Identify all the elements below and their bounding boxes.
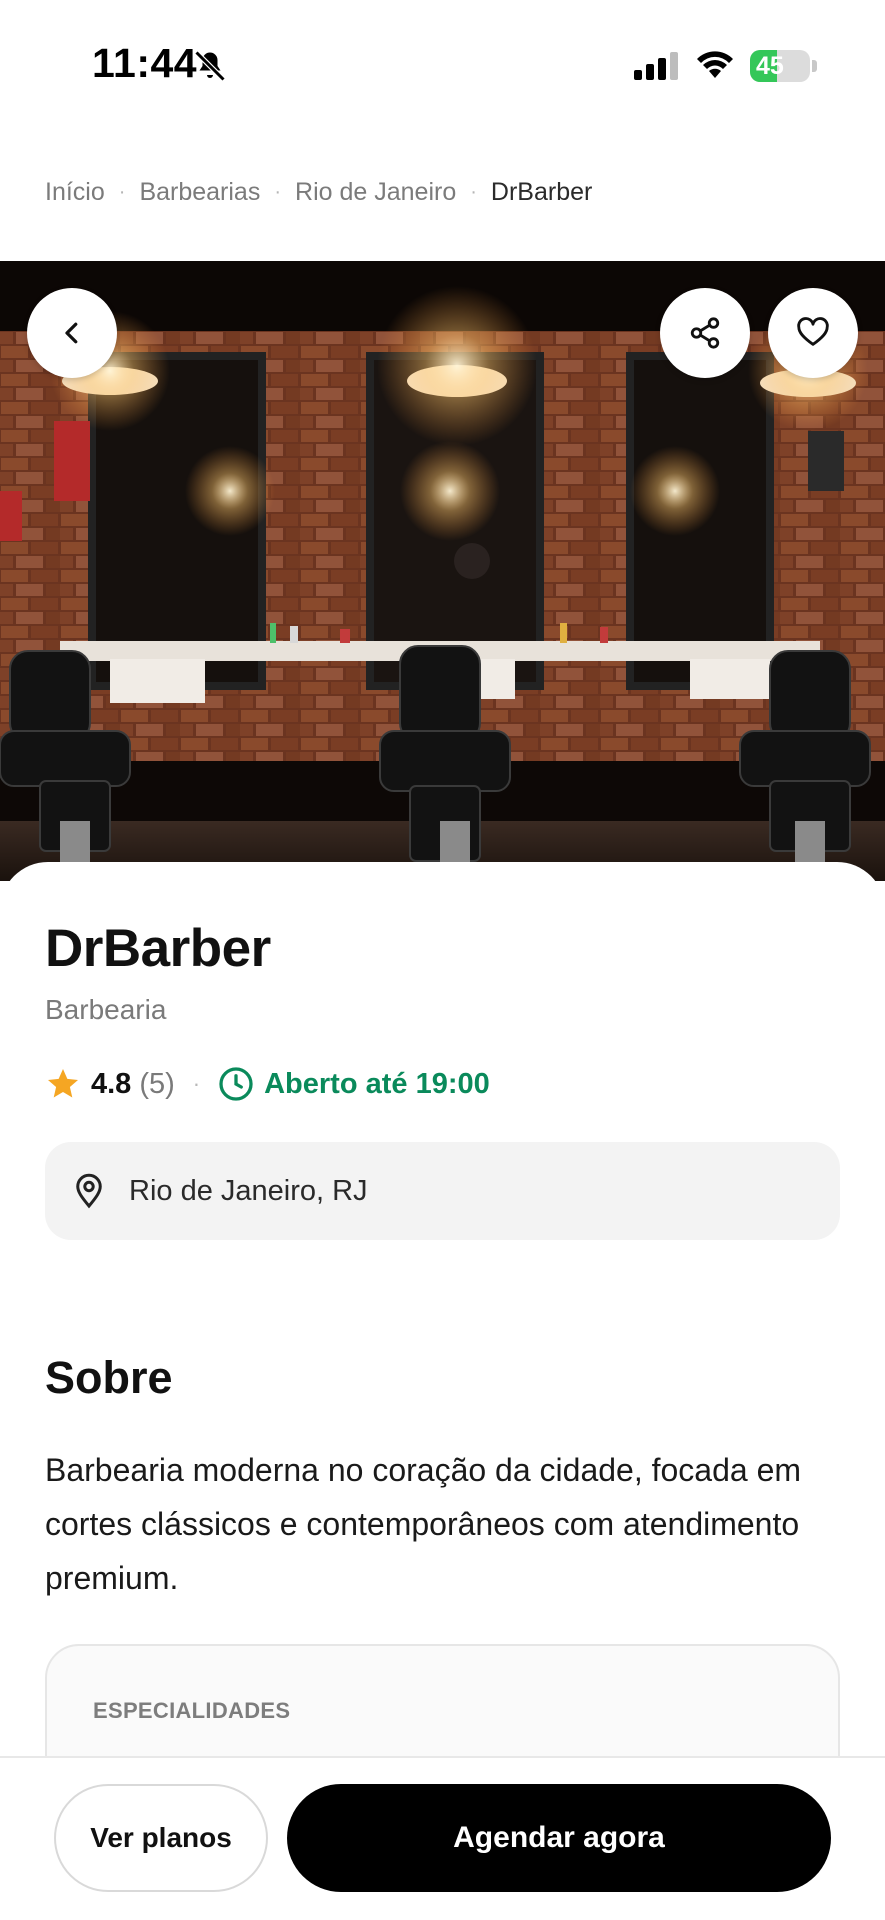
breadcrumb-item-current: DrBarber bbox=[490, 178, 593, 206]
heart-icon bbox=[797, 317, 829, 346]
rating-value: 4.8 bbox=[91, 1067, 132, 1100]
barbershop-detail-page: 11:44 45 Início · Barbearias · Rio de Ja… bbox=[0, 0, 885, 1920]
about-title: Sobre bbox=[45, 1352, 173, 1403]
breadcrumb: Início · Barbearias · Rio de Janeiro · D… bbox=[45, 178, 592, 207]
status-bar: 11:44 45 bbox=[0, 0, 885, 130]
hero-image bbox=[0, 261, 885, 881]
clock-icon bbox=[219, 1067, 253, 1101]
specialties-label: ESPECIALIDADES bbox=[93, 1698, 291, 1723]
wifi-icon bbox=[697, 51, 733, 78]
favorite-button[interactable] bbox=[768, 288, 858, 378]
breadcrumb-item-city[interactable]: Rio de Janeiro bbox=[295, 178, 456, 207]
star-icon bbox=[48, 1069, 78, 1098]
chevron-left-icon bbox=[65, 322, 78, 344]
location-field[interactable]: Rio de Janeiro, RJ bbox=[45, 1142, 840, 1240]
shop-category: Barbearia bbox=[45, 994, 167, 1025]
status-time: 11:44 bbox=[92, 40, 198, 86]
barbershop-interior-illustration bbox=[0, 261, 885, 881]
view-plans-button[interactable]: Ver planos bbox=[54, 1784, 268, 1892]
book-now-button[interactable]: Agendar agora bbox=[287, 1784, 831, 1892]
breadcrumb-item-barbearias[interactable]: Barbearias bbox=[139, 178, 260, 207]
rating-row: 4.8 (5) · Aberto até 19:00 bbox=[45, 1064, 490, 1104]
map-pin-icon bbox=[76, 1173, 102, 1209]
separator-dot: · bbox=[192, 1071, 201, 1096]
cellular-signal-icon bbox=[634, 52, 678, 80]
shop-name: DrBarber bbox=[45, 919, 271, 978]
breadcrumb-separator: · bbox=[470, 181, 477, 203]
bell-slash-icon bbox=[194, 50, 226, 82]
breadcrumb-separator: · bbox=[274, 181, 282, 203]
open-status: Aberto até 19:00 bbox=[264, 1067, 490, 1100]
share-icon bbox=[690, 317, 720, 349]
location-text: Rio de Janeiro, RJ bbox=[129, 1174, 368, 1207]
about-text: Barbearia moderna no coração da cidade, … bbox=[45, 1452, 802, 1596]
battery-nub bbox=[812, 60, 817, 72]
back-button[interactable] bbox=[27, 288, 117, 378]
share-button[interactable] bbox=[660, 288, 750, 378]
review-count[interactable]: (5) bbox=[139, 1068, 174, 1101]
battery-level-text: 45 bbox=[756, 52, 784, 80]
breadcrumb-separator: · bbox=[118, 181, 126, 203]
battery-charging-icon: 45 bbox=[750, 50, 810, 82]
breadcrumb-item-inicio[interactable]: Início bbox=[45, 178, 105, 207]
